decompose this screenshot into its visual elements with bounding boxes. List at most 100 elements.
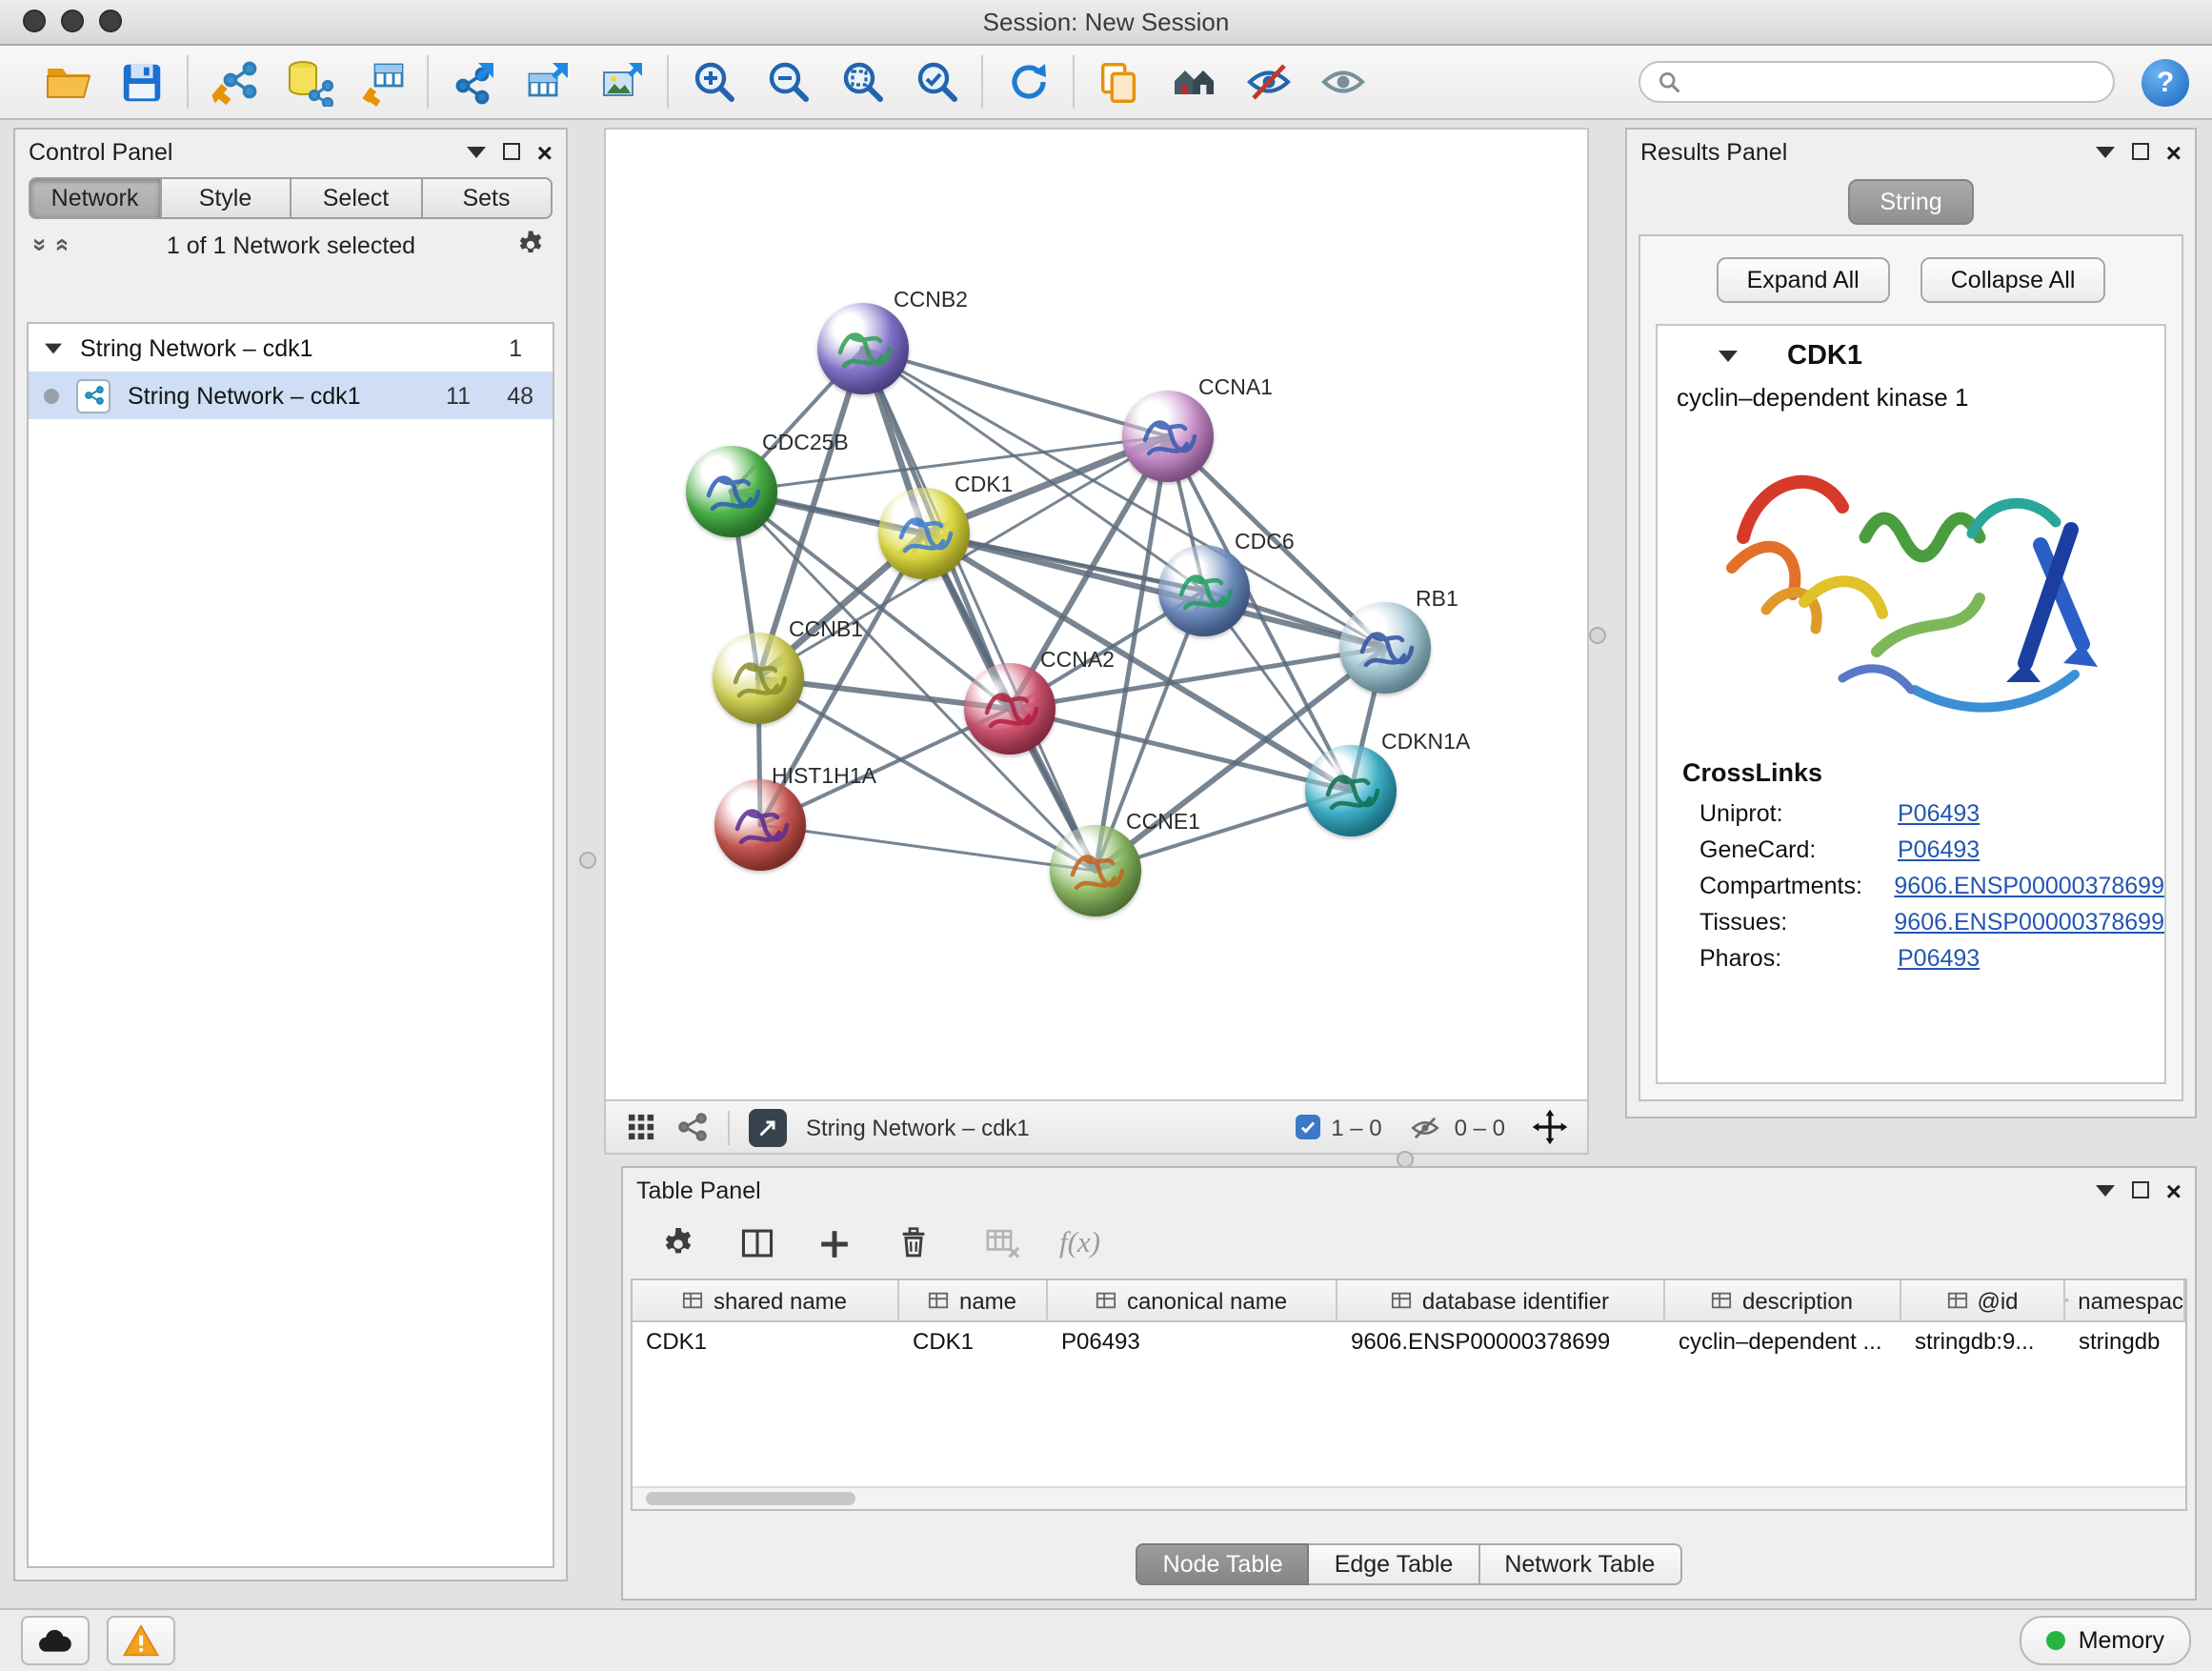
cloud-status-button[interactable] bbox=[21, 1616, 90, 1665]
import-table-from-file-icon[interactable] bbox=[356, 56, 408, 108]
panel-menu-icon[interactable] bbox=[467, 146, 486, 157]
delete-table-icon[interactable] bbox=[981, 1222, 1023, 1264]
zoom-selected-icon[interactable] bbox=[911, 56, 962, 108]
zoom-fit-icon[interactable] bbox=[836, 56, 888, 108]
table-cell[interactable]: 9606.ENSP00000378699 bbox=[1337, 1322, 1665, 1362]
tab-select[interactable]: Select bbox=[292, 177, 422, 219]
first-neighbors-icon[interactable] bbox=[1168, 56, 1219, 108]
scrollbar-thumb[interactable] bbox=[646, 1492, 855, 1505]
selected-nodes-icon[interactable] bbox=[1295, 1115, 1319, 1139]
open-session-icon[interactable] bbox=[42, 56, 93, 108]
table-cell[interactable]: cyclin–dependent ... bbox=[1665, 1322, 1901, 1362]
network-collection-row[interactable]: String Network – cdk1 1 bbox=[29, 324, 553, 372]
table-cell[interactable]: stringdb:9... bbox=[1901, 1322, 2065, 1362]
column-header-canonical-name[interactable]: canonical name bbox=[1048, 1280, 1337, 1320]
column-header-shared-name[interactable]: shared name bbox=[633, 1280, 899, 1320]
create-column-plus-icon[interactable] bbox=[814, 1222, 855, 1264]
import-network-from-file-icon[interactable] bbox=[208, 56, 259, 108]
network-node-CCNA1[interactable] bbox=[1122, 391, 1214, 482]
network-node-CCNE1[interactable] bbox=[1050, 825, 1141, 916]
table-cell[interactable]: CDK1 bbox=[633, 1322, 899, 1362]
crosslink-link[interactable]: P06493 bbox=[1898, 944, 1980, 971]
crosslink-link[interactable]: P06493 bbox=[1898, 799, 1980, 826]
network-node-CCNB1[interactable] bbox=[713, 633, 804, 724]
network-node-CDKN1A[interactable] bbox=[1305, 745, 1397, 836]
hide-selected-icon[interactable] bbox=[1242, 56, 1294, 108]
search-input[interactable] bbox=[1692, 67, 2096, 97]
toolbar-search bbox=[1639, 61, 2115, 103]
save-session-icon[interactable] bbox=[116, 56, 168, 108]
birds-eye-view-icon[interactable] bbox=[676, 1111, 709, 1143]
table-row[interactable]: CDK1CDK1P064939606.ENSP00000378699cyclin… bbox=[633, 1322, 2185, 1362]
panel-float-icon[interactable] bbox=[2132, 1181, 2149, 1198]
column-header-description[interactable]: description bbox=[1665, 1280, 1901, 1320]
function-builder-icon[interactable]: f(x) bbox=[1059, 1226, 1100, 1260]
grid-view-icon[interactable] bbox=[625, 1111, 657, 1143]
panel-menu-icon[interactable] bbox=[2096, 146, 2115, 157]
network-options-gear-icon[interactable] bbox=[514, 229, 547, 261]
table-cell[interactable]: CDK1 bbox=[899, 1322, 1048, 1362]
tree-disclosure-icon[interactable] bbox=[45, 343, 62, 353]
show-all-icon[interactable] bbox=[1317, 56, 1368, 108]
window-minimize-button[interactable] bbox=[61, 10, 84, 32]
crosslink-link[interactable]: 9606.ENSP00000378699 bbox=[1894, 872, 2164, 898]
expand-all-button[interactable]: Expand All bbox=[1717, 257, 1890, 303]
network-row[interactable]: String Network – cdk1 11 48 bbox=[29, 372, 553, 419]
crosslink-link[interactable]: P06493 bbox=[1898, 836, 1980, 862]
crosslink-link[interactable]: 9606.ENSP00000378699 bbox=[1894, 908, 2164, 935]
tab-string-results[interactable]: String bbox=[1847, 179, 1974, 225]
tab-style[interactable]: Style bbox=[161, 177, 292, 219]
window-close-button[interactable] bbox=[23, 10, 46, 32]
panel-float-icon[interactable] bbox=[2132, 143, 2149, 160]
table-options-gear-icon[interactable] bbox=[657, 1222, 699, 1264]
import-network-from-database-icon[interactable] bbox=[282, 56, 333, 108]
tab-network[interactable]: Network bbox=[29, 177, 161, 219]
collapse-all-button[interactable]: Collapse All bbox=[1920, 257, 2106, 303]
memory-button[interactable]: Memory bbox=[2020, 1616, 2191, 1665]
hidden-elements-icon[interactable] bbox=[1409, 1114, 1443, 1140]
network-collection-count: 1 bbox=[509, 334, 537, 361]
network-node-CDC25B[interactable] bbox=[686, 446, 777, 537]
network-node-CDK1[interactable] bbox=[878, 488, 970, 579]
column-header-namespac[interactable]: namespac bbox=[2065, 1280, 2185, 1320]
panel-close-icon[interactable]: × bbox=[2166, 1177, 2182, 1203]
status-bar: Memory bbox=[0, 1608, 2212, 1671]
network-node-CCNA2[interactable] bbox=[964, 663, 1056, 755]
column-header-name[interactable]: name bbox=[899, 1280, 1048, 1320]
panel-float-icon[interactable] bbox=[503, 143, 520, 160]
gene-collapse-icon[interactable] bbox=[1719, 351, 1738, 362]
apply-preferred-layout-icon[interactable] bbox=[1002, 56, 1054, 108]
table-cell[interactable]: stringdb bbox=[2065, 1322, 2185, 1362]
panel-close-icon[interactable]: × bbox=[2166, 138, 2182, 165]
panel-close-icon[interactable]: × bbox=[537, 138, 553, 165]
export-image-icon[interactable] bbox=[596, 56, 648, 108]
export-table-icon[interactable] bbox=[522, 56, 573, 108]
fit-content-crosshair-icon[interactable] bbox=[1532, 1109, 1568, 1145]
window-zoom-button[interactable] bbox=[99, 10, 122, 32]
network-node-CDC6[interactable] bbox=[1158, 545, 1250, 636]
splitter-handle-right[interactable] bbox=[1589, 627, 1606, 644]
panel-menu-icon[interactable] bbox=[2096, 1184, 2115, 1196]
tab-network-table[interactable]: Network Table bbox=[1479, 1543, 1681, 1585]
delete-column-trash-icon[interactable] bbox=[892, 1222, 934, 1264]
clone-network-icon[interactable] bbox=[1094, 56, 1145, 108]
tab-sets[interactable]: Sets bbox=[422, 177, 553, 219]
network-canvas[interactable]: CCNB2CCNA1CDC25BCDK1CDC6RB1CCNB1CCNA2CDK… bbox=[606, 130, 1587, 1099]
export-network-icon[interactable] bbox=[448, 56, 499, 108]
column-header--id[interactable]: @id bbox=[1901, 1280, 2065, 1320]
network-node-HIST1H1A[interactable] bbox=[714, 779, 806, 871]
network-node-CCNB2[interactable] bbox=[817, 303, 909, 394]
tab-edge-table[interactable]: Edge Table bbox=[1310, 1543, 1480, 1585]
warnings-button[interactable] bbox=[107, 1616, 175, 1665]
table-cell[interactable]: P06493 bbox=[1048, 1322, 1337, 1362]
show-columns-icon[interactable] bbox=[735, 1222, 777, 1264]
tab-node-table[interactable]: Node Table bbox=[1136, 1543, 1310, 1585]
column-header-database-identifier[interactable]: database identifier bbox=[1337, 1280, 1665, 1320]
help-button[interactable]: ? bbox=[2142, 58, 2189, 106]
zoom-in-icon[interactable] bbox=[688, 56, 739, 108]
zoom-out-icon[interactable] bbox=[762, 56, 814, 108]
collapse-all-networks-icon[interactable]: » bbox=[49, 238, 73, 252]
network-node-RB1[interactable] bbox=[1339, 602, 1431, 694]
annotation-mode-icon[interactable] bbox=[749, 1108, 787, 1146]
splitter-handle-left[interactable] bbox=[579, 852, 596, 869]
